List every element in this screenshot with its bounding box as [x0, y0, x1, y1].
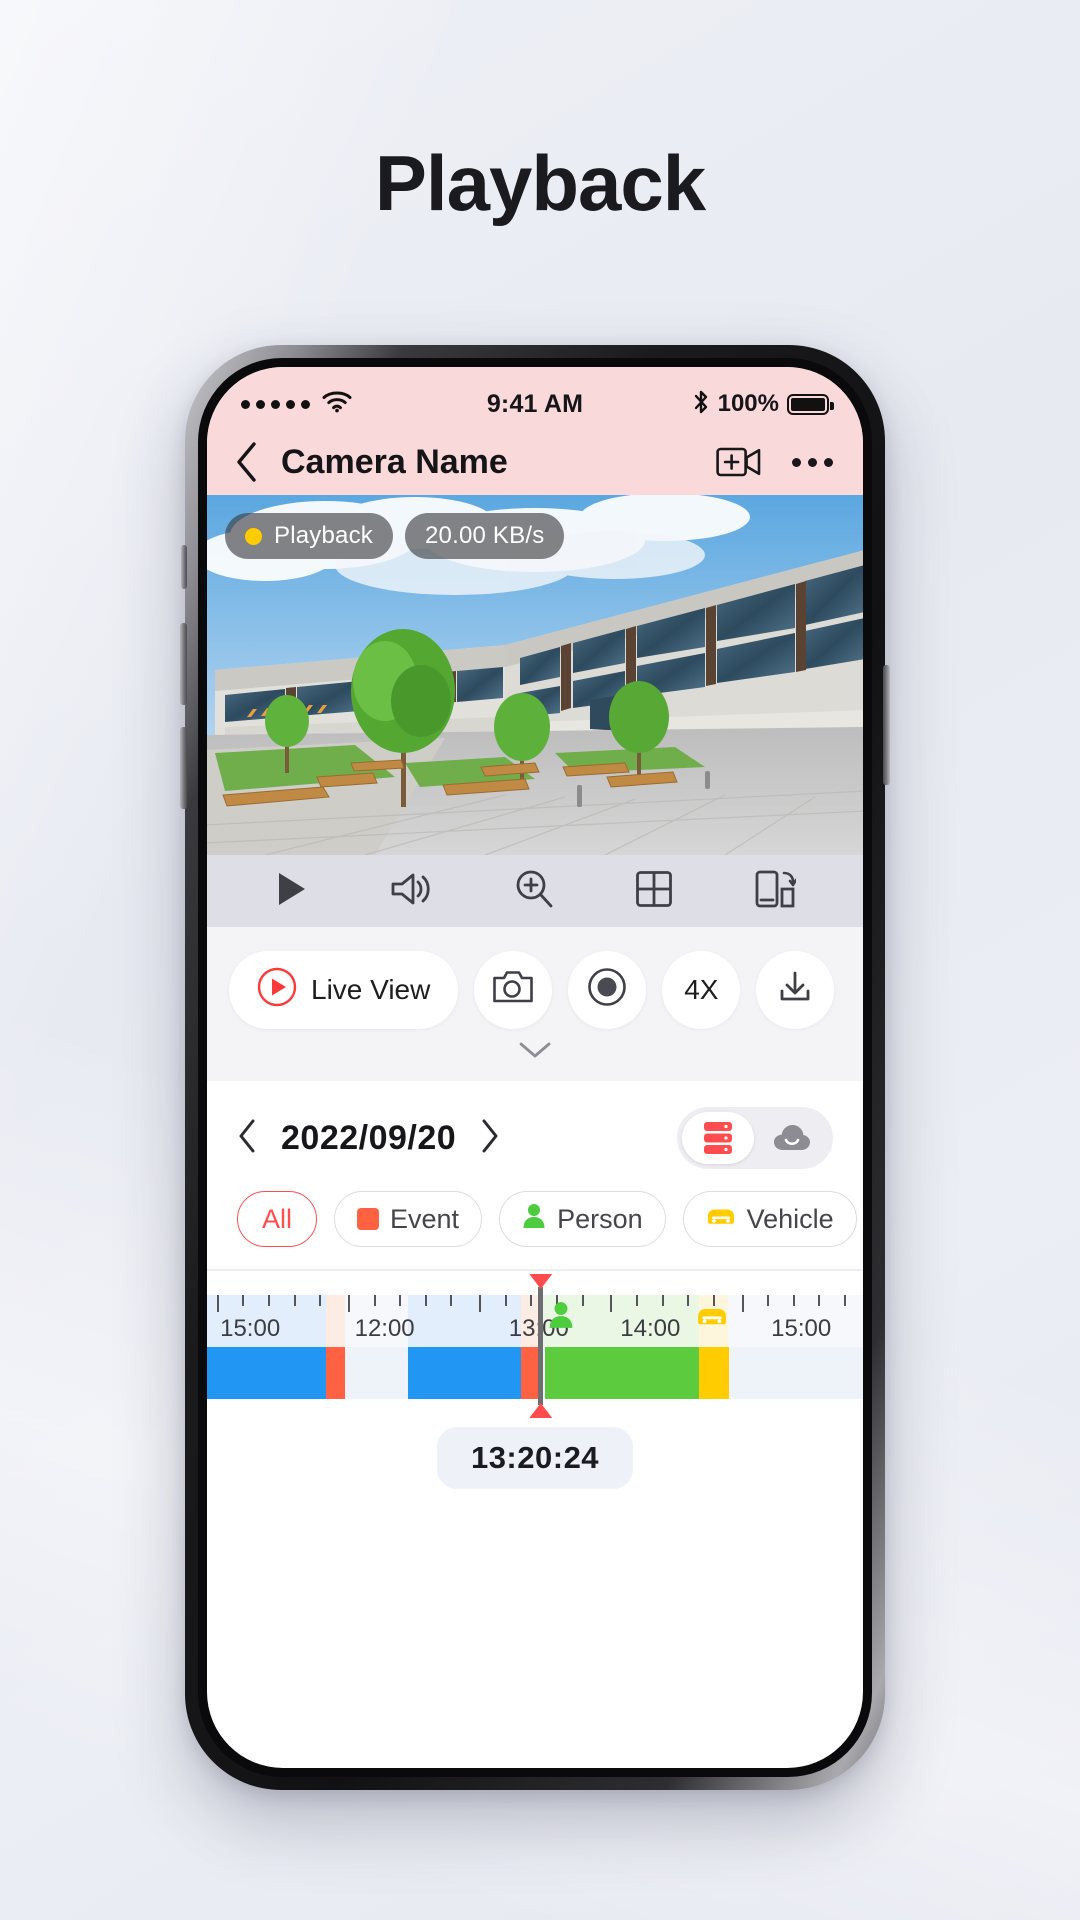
playback-panel: 2022/09/20 All Event Person Vehicle 15:0… [207, 1081, 863, 1489]
next-day-button[interactable] [480, 1118, 500, 1159]
phone-screen: 9:41 AM 100% Camera Name Playback 20.00 … [207, 367, 863, 1768]
speed-button[interactable]: 4X [662, 951, 741, 1029]
phone-mockup: 9:41 AM 100% Camera Name Playback 20.00 … [180, 345, 890, 1790]
record-button[interactable] [568, 951, 647, 1029]
filter-label-person: Person [557, 1203, 643, 1234]
timeline-segment-event [326, 1347, 345, 1399]
collapse-panel-button[interactable] [229, 1029, 841, 1075]
timeline-divider [207, 1269, 863, 1271]
cloud-storage-icon[interactable] [756, 1112, 828, 1164]
event-square-icon [357, 1208, 380, 1230]
filter-label-vehicle: Vehicle [746, 1203, 834, 1234]
filter-chips: All Event Person Vehicle [207, 1187, 863, 1269]
back-button[interactable] [235, 441, 259, 483]
filter-label-event: Event [390, 1203, 460, 1234]
action-row: Live View 4X [229, 951, 841, 1029]
selected-date[interactable]: 2022/09/20 [281, 1119, 456, 1158]
page-heading: Camera Name [281, 442, 508, 481]
live-view-label: Live View [311, 974, 431, 1005]
download-icon [776, 968, 814, 1013]
filter-chip-vehicle[interactable]: Vehicle [682, 1191, 857, 1247]
snapshot-button[interactable] [474, 951, 553, 1029]
status-bar: 9:41 AM 100% [207, 367, 863, 429]
power-button[interactable] [883, 665, 890, 785]
phone-bezel: 9:41 AM 100% Camera Name Playback 20.00 … [198, 358, 872, 1777]
timeline-label-4: 15:00 [771, 1315, 832, 1342]
playhead-bottom-marker [529, 1403, 553, 1418]
add-camera-icon[interactable] [716, 445, 762, 479]
status-time: 9:41 AM [486, 389, 584, 418]
filter-label-all: All [262, 1203, 293, 1234]
vehicle-icon [706, 1204, 736, 1235]
timeline-label-3: 14:00 [620, 1315, 681, 1342]
timeline-playhead[interactable] [529, 1274, 553, 1418]
timeline[interactable]: 15:00 12:00 13:00 14:00 15:00 [207, 1274, 863, 1418]
volume-down-button[interactable] [180, 727, 187, 809]
bitrate-label: 20.00 KB/s [424, 522, 545, 549]
camera-icon [492, 969, 534, 1012]
timeline-vehicle-marker-icon [696, 1305, 728, 1334]
device-storage-icon[interactable] [682, 1112, 754, 1164]
more-horizontal-icon[interactable] [792, 457, 833, 467]
timeline-label-0: 15:00 [220, 1315, 281, 1342]
date-navigation: 2022/09/20 [207, 1081, 863, 1187]
download-button[interactable] [756, 951, 835, 1029]
action-panel: Live View 4X [207, 927, 863, 1081]
filter-chip-event[interactable]: Event [334, 1191, 483, 1247]
play-icon[interactable] [274, 870, 308, 913]
volume-icon[interactable] [389, 870, 433, 913]
timeline-segment-recording [407, 1347, 522, 1399]
silent-switch[interactable] [181, 545, 187, 589]
timeline-ruler: 15:00 12:00 13:00 14:00 15:00 [207, 1295, 863, 1347]
timeline-segments [207, 1347, 863, 1399]
chevron-down-icon [518, 1041, 552, 1064]
storage-source-toggle [677, 1107, 833, 1169]
nav-bar: Camera Name [207, 429, 863, 495]
bitrate-badge: 20.00 KB/s [404, 513, 565, 559]
page-title: Playback [374, 139, 706, 227]
previous-day-button[interactable] [237, 1118, 257, 1159]
current-time-wrap: 13:20:24 [207, 1427, 863, 1489]
zoom-in-icon[interactable] [514, 869, 554, 914]
playback-status-label: Playback [274, 522, 373, 549]
video-feed[interactable]: Playback 20.00 KB/s [207, 495, 863, 855]
status-dot-icon [245, 527, 262, 545]
player-toolbar [207, 855, 863, 927]
volume-up-button[interactable] [180, 623, 187, 705]
rotate-screen-icon[interactable] [754, 869, 798, 914]
timeline-segment-vehicle [699, 1347, 729, 1399]
live-view-button[interactable]: Live View [229, 951, 459, 1029]
timeline-segment-recording [207, 1347, 327, 1399]
filter-chip-person[interactable]: Person [499, 1191, 666, 1247]
timeline-label-1: 12:00 [354, 1315, 415, 1342]
record-icon [587, 967, 627, 1014]
video-overlay-badges: Playback 20.00 KB/s [225, 513, 565, 559]
play-circle-icon [257, 967, 297, 1014]
playhead-top-marker [529, 1274, 553, 1289]
person-icon [522, 1203, 546, 1236]
filter-chip-all[interactable]: All [237, 1191, 318, 1247]
multi-view-icon[interactable] [635, 870, 673, 913]
nav-actions [716, 445, 833, 479]
current-time-badge: 13:20:24 [436, 1427, 634, 1489]
timeline-segment-person [545, 1347, 699, 1399]
timeline-person-marker-icon [548, 1301, 574, 1334]
battery-full-icon [787, 393, 834, 415]
playback-status-badge: Playback [225, 513, 393, 559]
